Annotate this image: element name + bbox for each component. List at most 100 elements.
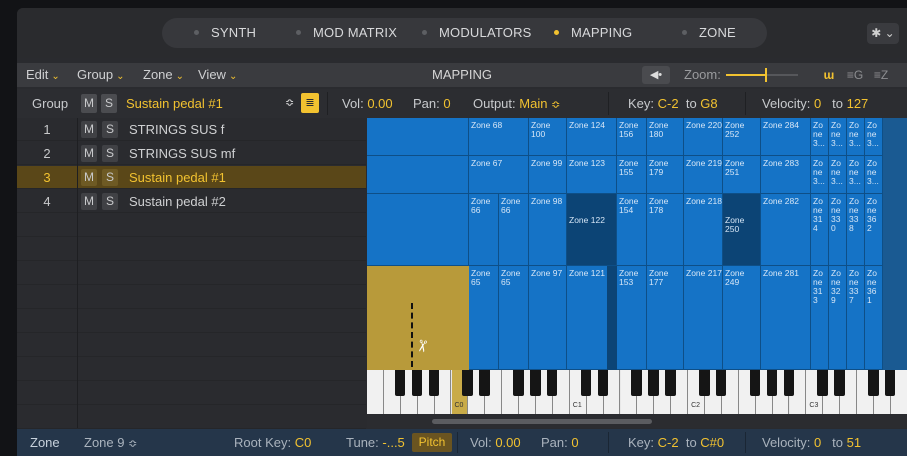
black-key[interactable] [715, 370, 727, 396]
zone-cell[interactable]: Zone 250 [723, 194, 761, 266]
black-key[interactable] [834, 370, 845, 396]
zone-cell[interactable]: Zo ne 3... [829, 156, 847, 194]
zone-pan[interactable]: Pan: 0 [541, 429, 579, 456]
zone-cell[interactable]: Zone 220 [684, 118, 723, 156]
zone-select[interactable]: Zone 9 ≎ [84, 429, 137, 456]
group-pan[interactable]: Pan: 0 [413, 89, 451, 118]
group-output[interactable]: Output: Main ≎ [473, 89, 560, 118]
group-velocity-range[interactable]: Velocity: 0 to 127 [762, 89, 868, 118]
black-key[interactable] [884, 370, 896, 396]
black-key[interactable] [648, 370, 659, 396]
mute-button[interactable]: M [81, 121, 97, 138]
tab-mapping[interactable]: MAPPING [554, 18, 632, 48]
pitch-button[interactable]: Pitch [412, 433, 452, 452]
zone-cell[interactable]: Zone 97 [529, 266, 567, 370]
tune[interactable]: Tune: -...5 [346, 429, 405, 456]
black-key[interactable] [665, 370, 676, 396]
zone-view-icon[interactable]: ≡Z [869, 66, 893, 84]
zone-cell[interactable]: Zone 65 [499, 266, 529, 370]
zone-cell[interactable]: Zone 219 [684, 156, 723, 194]
white-key[interactable] [367, 370, 384, 414]
zone-cell[interactable]: Zone 124 [567, 118, 617, 156]
zone-cell[interactable]: Zo ne 31 3 [811, 266, 829, 370]
mute-button[interactable]: M [81, 169, 97, 186]
zone-cell[interactable]: Zone 98 [529, 194, 567, 266]
group-key-range[interactable]: Key: C-2 to G8 [628, 89, 718, 118]
mute-button[interactable]: M [81, 193, 97, 210]
zone-cell[interactable]: Zo ne 3... [811, 156, 829, 194]
zoom-slider-thumb[interactable] [764, 68, 767, 82]
group-menu[interactable]: Group ⌄ [77, 63, 125, 87]
solo-button[interactable]: S [102, 169, 118, 186]
group-mute-button[interactable]: M [81, 94, 97, 113]
group-list-item[interactable]: 3 M S Sustain pedal #1 [17, 166, 366, 189]
zone-cell[interactable]: Zone 218 [684, 194, 723, 266]
zone-cell[interactable]: Zone 122 [567, 194, 617, 266]
zone-cell[interactable] [367, 194, 469, 266]
zone-cell[interactable]: Zone 99 [529, 156, 567, 194]
black-key[interactable] [428, 370, 440, 396]
zone-cell[interactable]: Zone 100 [529, 118, 567, 156]
zone-cell[interactable]: Zo ne 32 9 [829, 266, 847, 370]
zone-cell[interactable]: Zone 65 [469, 266, 499, 370]
black-key[interactable] [868, 370, 879, 396]
keyboard[interactable]: C0 C1 C2 C3 [367, 370, 907, 414]
zone-key-range[interactable]: Key: C-2 to C#0 [628, 429, 724, 456]
black-key[interactable] [783, 370, 795, 396]
zone-velocity-range[interactable]: Velocity: 0 to 51 [762, 429, 861, 456]
zone-cell[interactable]: Zone 252 [723, 118, 761, 156]
black-key[interactable] [699, 370, 710, 396]
zone-cell[interactable]: Zo ne 33 0 [829, 194, 847, 266]
selected-zone-area[interactable] [367, 266, 469, 370]
tab-modulators[interactable]: MODULATORS [422, 18, 532, 48]
black-key[interactable] [394, 370, 406, 396]
group-list-item[interactable]: 4 M S Sustain pedal #2 [17, 190, 366, 213]
zone-cell[interactable]: Zone 281 [761, 266, 811, 370]
gear-icon[interactable]: ✱ ⌄ [867, 23, 899, 44]
solo-button[interactable]: S [102, 121, 118, 138]
view-menu[interactable]: View ⌄ [198, 63, 237, 87]
black-key[interactable] [462, 370, 473, 396]
group-solo-button[interactable]: S [101, 94, 117, 113]
zone-cell[interactable]: Zone 217 [684, 266, 723, 370]
zone-menu[interactable]: Zone ⌄ [143, 63, 184, 87]
zone-cell[interactable]: Zo ne 3... [847, 156, 865, 194]
group-vol[interactable]: Vol: 0.00 [342, 89, 393, 118]
solo-button[interactable]: S [102, 145, 118, 162]
zone-cell[interactable]: Zo ne 3... [811, 118, 829, 156]
zone-cell[interactable]: Zone 179 [647, 156, 684, 194]
zone-cell[interactable] [367, 156, 469, 194]
mute-button[interactable]: M [81, 145, 97, 162]
zone-cell[interactable]: Zo ne 3... [865, 156, 883, 194]
zone-cell[interactable]: Zone 180 [647, 118, 684, 156]
group-list-item[interactable]: 1 M S STRINGS SUS f [17, 118, 366, 141]
zone-cell[interactable]: Zo ne 33 8 [847, 194, 865, 266]
black-key[interactable] [530, 370, 541, 396]
zone-cell[interactable]: Zone 283 [761, 156, 811, 194]
zone-cell[interactable]: Zo ne 33 7 [847, 266, 865, 370]
black-key[interactable] [766, 370, 778, 396]
zone-cell[interactable]: Zo ne 31 4 [811, 194, 829, 266]
zoom-slider[interactable] [726, 68, 798, 82]
tab-mod-matrix[interactable]: MOD MATRIX [296, 18, 397, 48]
zone-cell[interactable]: Zone 282 [761, 194, 811, 266]
zone-cell[interactable]: Zone 177 [647, 266, 684, 370]
zone-cell[interactable]: Zone 154 [617, 194, 647, 266]
zone-cell[interactable]: Zo ne 3... [865, 118, 883, 156]
group-view-icon[interactable]: ≡G [843, 66, 867, 84]
black-key[interactable] [631, 370, 642, 396]
black-key[interactable] [580, 370, 592, 396]
horizontal-scrollbar[interactable] [367, 415, 907, 428]
black-key[interactable] [749, 370, 761, 396]
black-key[interactable] [817, 370, 828, 396]
zone-cell[interactable]: Zone 67 [469, 156, 529, 194]
zone-cell[interactable]: Zone 178 [647, 194, 684, 266]
solo-button[interactable]: S [102, 193, 118, 210]
zone-cell[interactable]: Zone 153 [617, 266, 647, 370]
zone-cell[interactable]: Zone 156 [617, 118, 647, 156]
zone-cell[interactable]: Zo ne 36 2 [865, 194, 883, 266]
zone-cell[interactable]: Zo ne 3... [829, 118, 847, 156]
group-list-item[interactable]: 2 M S STRINGS SUS mf [17, 142, 366, 165]
zone-map-grid[interactable]: Zo ne 36 1 Zo ne 33 7 Zo ne 32 9 Zo ne 31 3… [367, 118, 907, 370]
zone-cell[interactable]: Zo ne 36 1 [865, 266, 883, 370]
